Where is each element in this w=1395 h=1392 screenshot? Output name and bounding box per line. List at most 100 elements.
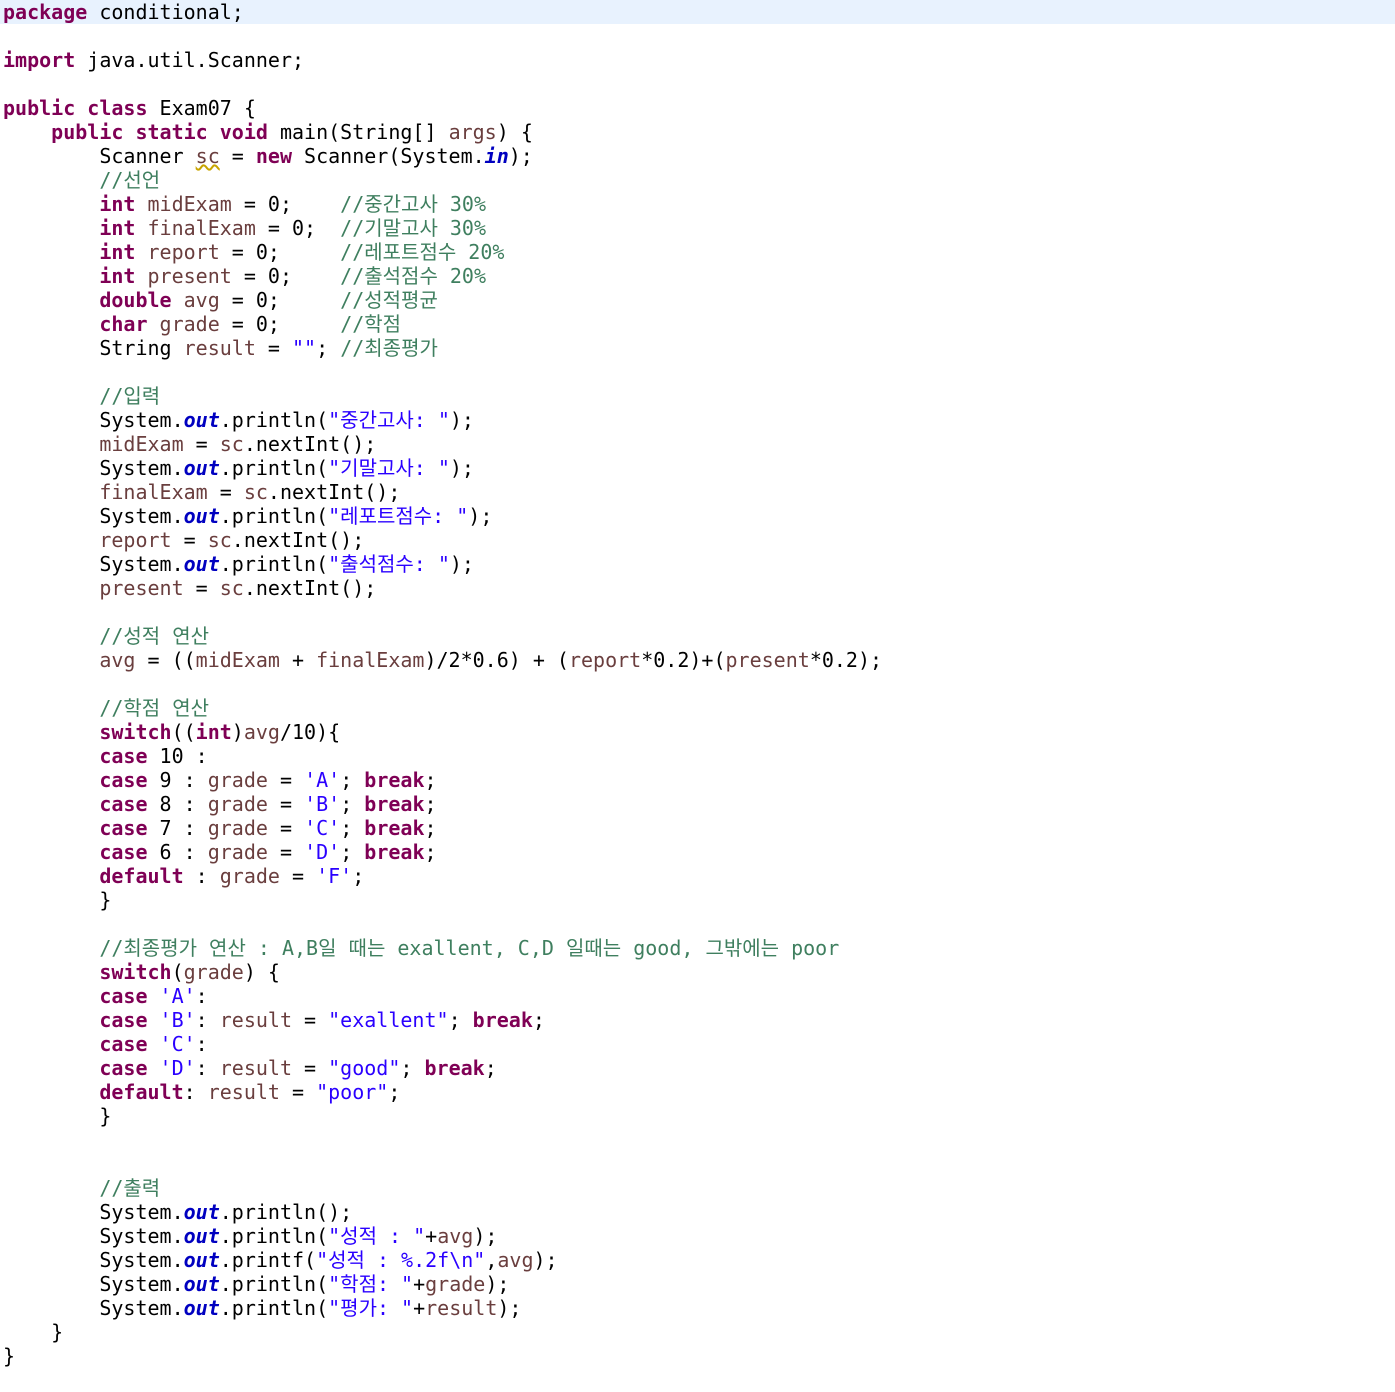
code-token: = 0; <box>219 312 341 336</box>
code-token: .nextInt(); <box>243 432 377 456</box>
code-token: case <box>99 792 148 816</box>
code-token: ); <box>468 504 493 528</box>
code-token: .println( <box>219 1296 329 1320</box>
code-line: //입력 <box>3 384 160 408</box>
code-token: 9 : <box>147 768 208 792</box>
code-line: report = sc.nextInt(); <box>3 528 364 552</box>
code-token: grade <box>183 960 244 984</box>
code-line: //최종평가 연산 : A,B일 때는 exallent, C,D 일때는 go… <box>3 936 839 960</box>
code-token: "exallent" <box>328 1008 449 1032</box>
code-token: switch <box>99 960 172 984</box>
code-line: finalExam = sc.nextInt(); <box>3 480 400 504</box>
code-line: switch((int)avg/10){ <box>3 720 340 744</box>
code-line: case 'C': <box>3 1032 207 1056</box>
code-token: : <box>195 1056 220 1080</box>
code-token: midExam <box>195 648 280 672</box>
code-editor[interactable]: package conditional; import java.util.Sca… <box>0 0 1395 1392</box>
code-token: ); <box>508 144 533 168</box>
code-token: + <box>413 1272 426 1296</box>
code-token: ; <box>448 1008 473 1032</box>
code-token: sc <box>207 528 232 552</box>
code-token: "레포트점수: " <box>328 504 469 528</box>
code-token: } <box>3 1344 16 1368</box>
code-token: : <box>183 1080 208 1104</box>
code-line: //성적 연산 <box>3 624 209 648</box>
code-line: } <box>3 1104 111 1128</box>
code-token: 'D' <box>159 1056 196 1080</box>
code-token: = <box>255 336 292 360</box>
code-line: case 6 : grade = 'D'; break; <box>3 840 436 864</box>
code-token: 'B' <box>304 792 341 816</box>
code-token: Exam07 { <box>147 96 256 120</box>
code-line: switch(grade) { <box>3 960 280 984</box>
code-token: = <box>292 1056 329 1080</box>
code-line: System.out.println("학점: "+grade); <box>3 1272 509 1296</box>
code-line: public class Exam07 { <box>3 96 256 120</box>
code-token: out <box>183 1272 220 1296</box>
code-line: case 10 : <box>3 744 207 768</box>
code-token: "기말고사: " <box>328 456 450 480</box>
code-token: out <box>183 1200 220 1224</box>
code-token: = <box>207 480 244 504</box>
code-token: + <box>279 648 317 672</box>
code-token: grade <box>207 768 268 792</box>
code-token: ); <box>449 408 474 432</box>
code-token: 'C' <box>304 816 341 840</box>
code-line: } <box>3 888 111 912</box>
code-line: int present = 0; //출석점수 20% <box>3 264 486 288</box>
code-line: Scanner sc = new Scanner(System.in); <box>3 144 533 168</box>
code-line: default : grade = 'F'; <box>3 864 364 888</box>
code-token: + <box>413 1296 426 1320</box>
code-token: //성적평균 <box>340 288 438 312</box>
code-token: = 0; <box>219 288 341 312</box>
code-line: System.out.println("레포트점수: "); <box>3 504 492 528</box>
code-token: 'A' <box>159 984 196 1008</box>
code-token: case <box>99 816 148 840</box>
code-token: grade <box>219 864 280 888</box>
code-token: avg <box>437 1224 474 1248</box>
code-token: System. <box>3 1296 184 1320</box>
code-token: ) { <box>496 120 533 144</box>
code-token: System. <box>3 552 184 576</box>
code-token: = 0; <box>255 216 341 240</box>
code-token: result <box>219 1056 293 1080</box>
code-line: System.out.println("평가: "+result); <box>3 1296 521 1320</box>
code-token: + <box>425 1224 438 1248</box>
code-token: String <box>3 336 184 360</box>
code-token: System. <box>3 1272 184 1296</box>
code-token: = 0; <box>231 192 341 216</box>
code-token: System. <box>3 1224 184 1248</box>
code-line: import java.util.Scanner; <box>3 48 304 72</box>
code-token: .printf( <box>219 1248 317 1272</box>
code-line: present = sc.nextInt(); <box>3 576 376 600</box>
code-token: avg <box>243 720 280 744</box>
code-token: public <box>3 96 76 120</box>
code-line: midExam = sc.nextInt(); <box>3 432 376 456</box>
code-token: .println(); <box>219 1200 353 1224</box>
code-line: int midExam = 0; //중간고사 30% <box>3 192 486 216</box>
code-token: = <box>279 864 317 888</box>
code-token: report <box>568 648 642 672</box>
code-token: ); <box>497 1296 522 1320</box>
code-token: break <box>364 768 425 792</box>
code-token: *0.2); <box>809 648 883 672</box>
code-token: class <box>87 96 148 120</box>
code-token: *0.2)+( <box>641 648 726 672</box>
